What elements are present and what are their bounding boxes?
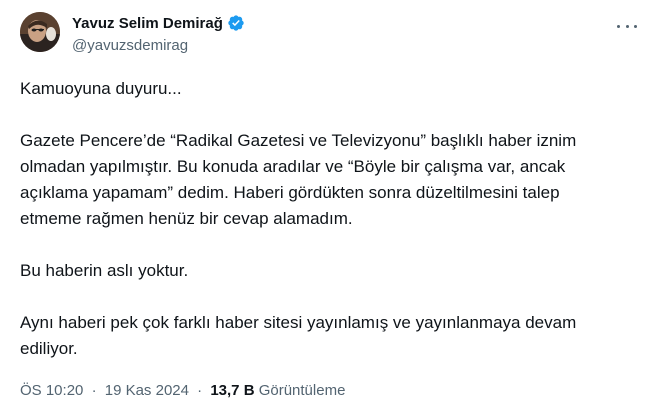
tweet-paragraph-1: Kamuoyuna duyuru... (20, 76, 642, 102)
tweet-line: ediliyor. (20, 339, 78, 358)
name-row: Yavuz Selim Demirağ (72, 13, 245, 33)
tweet-time[interactable]: ÖS 10:20 (20, 382, 83, 399)
tweet-text: Kamuoyuna duyuru... Gazete Pencere’de “R… (20, 76, 642, 362)
tweet-paragraph-3: Bu haberin aslı yoktur. (20, 258, 642, 284)
tweet-meta: ÖS 10:20 · 19 Kas 2024 · 13,7 B Görüntül… (20, 381, 345, 401)
tweet-line: Kamuoyuna duyuru... (20, 79, 182, 98)
tweet-paragraph-2: Gazete Pencere’de “Radikal Gazetesi ve T… (20, 128, 642, 232)
avatar[interactable] (20, 12, 60, 52)
author-info: Yavuz Selim Demirağ @yavuzsdemirag (72, 13, 245, 56)
handle[interactable]: @yavuzsdemirag (72, 36, 245, 56)
tweet-paragraph-4: Aynı haberi pek çok farklı haber sitesi … (20, 310, 642, 362)
tweet-date[interactable]: 19 Kas 2024 (105, 382, 189, 399)
more-horizontal-icon[interactable] (617, 18, 637, 34)
views-count: 13,7 B (210, 382, 255, 399)
display-name[interactable]: Yavuz Selim Demirağ (72, 15, 223, 32)
tweet-line: Bu haberin aslı yoktur. (20, 261, 189, 280)
views-label: Görüntüleme (258, 382, 346, 399)
tweet-line: açıklama yapamam” dedim. Haberi gördükte… (20, 183, 560, 202)
verified-badge-icon[interactable] (227, 14, 245, 32)
tweet-line: Gazete Pencere’de “Radikal Gazetesi ve T… (20, 131, 577, 150)
meta-separator: · (197, 382, 203, 399)
meta-separator: · (91, 382, 97, 399)
avatar-photo (20, 12, 60, 52)
tweet-line: Aynı haberi pek çok farklı haber sitesi … (20, 313, 577, 332)
tweet-line: olmadan yapılmıştır. Bu konuda aradılar … (20, 157, 566, 176)
tweet-line: etmeme rağmen henüz bir cevap alamadım. (20, 209, 353, 228)
tweet-card: Yavuz Selim Demirağ @yavuzsdemirag Kamuo… (0, 0, 653, 413)
